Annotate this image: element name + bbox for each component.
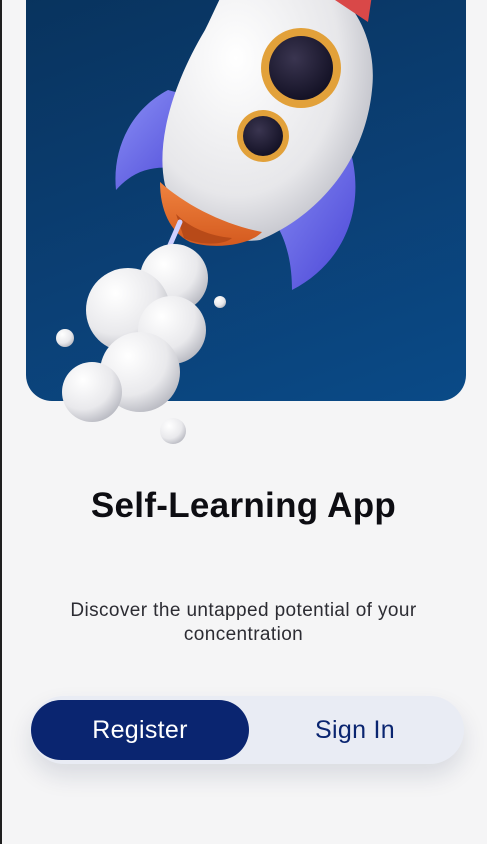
auth-toggle: Register Sign In: [30, 696, 464, 764]
sign-in-button[interactable]: Sign In: [246, 700, 464, 760]
page-title: Self-Learning App: [90, 486, 397, 525]
tagline: Discover the untapped potential of your …: [70, 600, 417, 645]
rocket-launch-illustration: [56, 0, 373, 444]
register-button[interactable]: Register: [31, 700, 249, 760]
